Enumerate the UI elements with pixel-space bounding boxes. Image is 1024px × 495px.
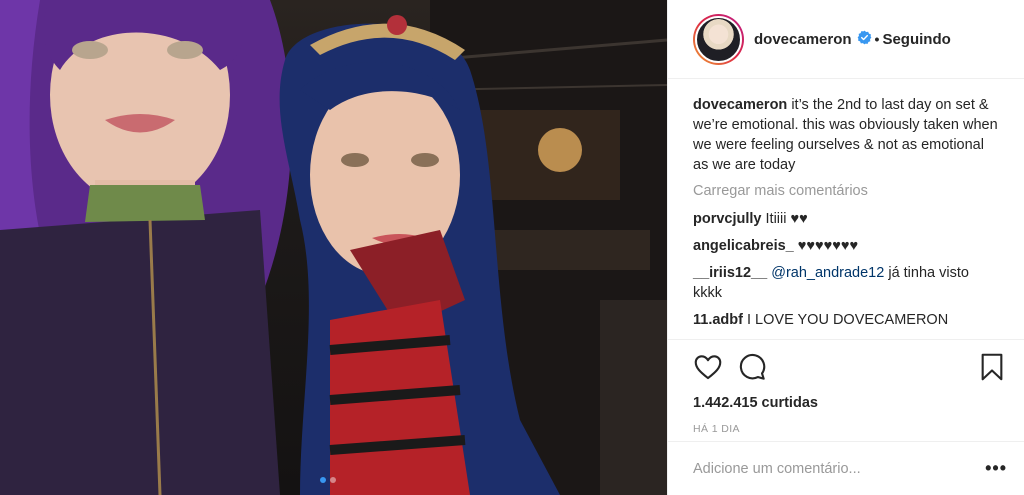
post-caption: dovecameron it’s the 2nd to last day on … bbox=[693, 95, 998, 175]
avatar[interactable] bbox=[693, 13, 744, 65]
instagram-post: dovecameron • Seguindo dovecameron it’s … bbox=[0, 0, 1024, 495]
post-actions: 1.442.415 curtidas HÁ 1 DIA bbox=[668, 339, 1024, 435]
comment-mention-link[interactable]: @rah_andrade12 bbox=[771, 265, 884, 281]
more-options-icon[interactable]: ••• bbox=[985, 458, 1007, 479]
add-comment-input[interactable] bbox=[693, 460, 986, 477]
carousel-dot[interactable] bbox=[320, 477, 326, 483]
comment-item: angelicabreis_ ♥♥♥♥♥♥♥ bbox=[693, 236, 998, 256]
comment-username[interactable]: __iriis12__ bbox=[693, 265, 767, 281]
load-more-comments-link[interactable]: Carregar mais comentários bbox=[693, 181, 998, 201]
avatar-image bbox=[695, 15, 742, 63]
comment-username[interactable]: angelicabreis_ bbox=[693, 238, 794, 254]
post-header: dovecameron • Seguindo bbox=[668, 0, 1024, 79]
carousel-indicator bbox=[320, 477, 336, 483]
comment-username[interactable]: porvcjully bbox=[693, 211, 762, 227]
comment-bubble-icon[interactable] bbox=[737, 352, 767, 382]
comments-section: dovecameron it’s the 2nd to last day on … bbox=[693, 95, 998, 337]
heart-icon[interactable] bbox=[693, 352, 723, 382]
comment-item: 11.adbf I LOVE YOU DOVECAMERON bbox=[693, 310, 998, 330]
comment-text: ♥♥♥♥♥♥♥ bbox=[797, 238, 859, 254]
carousel-dot[interactable] bbox=[330, 477, 336, 483]
post-timestamp: HÁ 1 DIA bbox=[693, 423, 740, 435]
post-photo[interactable] bbox=[0, 0, 667, 495]
comment-text: I LOVE YOU DOVECAMERON bbox=[747, 312, 949, 328]
selfie-illustration bbox=[0, 0, 667, 495]
comment-item: porvcjully Itiiii ♥♥ bbox=[693, 209, 998, 229]
bookmark-icon[interactable] bbox=[977, 352, 1007, 382]
header-username[interactable]: dovecameron bbox=[754, 31, 852, 48]
comment-username[interactable]: 11.adbf bbox=[693, 312, 743, 328]
comment-text: Itiiii ♥♥ bbox=[765, 211, 808, 227]
caption-username[interactable]: dovecameron bbox=[693, 97, 787, 113]
header-separator: • bbox=[874, 31, 880, 47]
verified-badge-icon bbox=[857, 30, 872, 48]
add-comment-bar: ••• bbox=[668, 441, 1024, 495]
follow-status-button[interactable]: Seguindo bbox=[882, 31, 950, 48]
comment-item: __iriis12__ @rah_andrade12 já tinha vist… bbox=[693, 263, 998, 303]
likes-count[interactable]: 1.442.415 curtidas bbox=[693, 395, 1007, 411]
post-side-panel: dovecameron • Seguindo dovecameron it’s … bbox=[667, 0, 1024, 495]
action-icons bbox=[693, 349, 1007, 385]
